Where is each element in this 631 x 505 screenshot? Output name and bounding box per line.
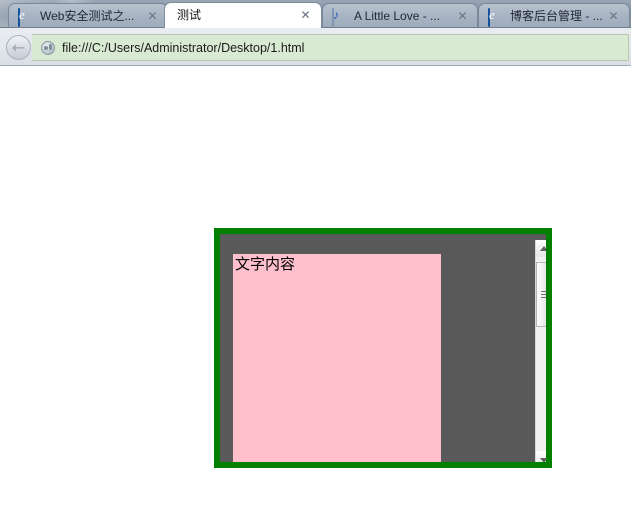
triangle-up-icon	[540, 245, 546, 251]
browser-tab-4[interactable]: 博客后台管理 - ... ✕	[478, 3, 630, 28]
page-viewport: 文字内容	[0, 67, 631, 505]
scrollbar-down-arrow-icon[interactable]	[536, 451, 546, 462]
globe-icon	[41, 41, 55, 55]
browser-tab-1-title: Web安全测试之...	[40, 9, 135, 23]
browser-tab-1[interactable]: Web安全测试之... ✕	[8, 3, 168, 28]
browser-tab-3-close-icon[interactable]: ✕	[456, 10, 469, 23]
scrollbar-up-arrow-icon[interactable]	[536, 240, 546, 257]
browser-tab-2-close-icon[interactable]: ✕	[299, 9, 312, 22]
url-text: file:///C:/Users/Administrator/Desktop/1…	[62, 41, 305, 55]
browser-tab-4-title: 博客后台管理 - ...	[510, 9, 603, 23]
browser-tab-2[interactable]: 测试 ✕	[164, 2, 322, 28]
content-text: 文字内容	[235, 255, 296, 273]
browser-chrome: Web安全测试之... ✕ 测试 ✕ A Little Love - ... ✕…	[0, 0, 631, 67]
scrollable-content-area[interactable]: 文字内容	[226, 240, 546, 462]
ie-icon	[488, 8, 490, 27]
music-note-icon	[332, 8, 334, 27]
browser-tab-3-title: A Little Love - ...	[354, 9, 441, 23]
scrollbar-thumb[interactable]	[536, 262, 546, 327]
triangle-down-icon	[540, 457, 546, 462]
back-button[interactable]: ←	[6, 35, 31, 60]
vertical-scrollbar[interactable]	[535, 240, 546, 462]
grip-lines-icon	[541, 290, 546, 299]
browser-tab-4-close-icon[interactable]: ✕	[607, 10, 620, 23]
tab-strip: Web安全测试之... ✕ 测试 ✕ A Little Love - ... ✕…	[0, 0, 631, 28]
browser-tab-3[interactable]: A Little Love - ... ✕	[322, 3, 478, 28]
browser-tab-2-title: 测试	[177, 8, 202, 22]
address-bar[interactable]: file:///C:/Users/Administrator/Desktop/1…	[32, 34, 629, 61]
pink-content-block: 文字内容	[233, 254, 441, 462]
ie-icon	[18, 8, 20, 27]
browser-tab-1-close-icon[interactable]: ✕	[146, 10, 159, 23]
demo-box: 文字内容	[214, 228, 552, 468]
back-arrow-icon: ←	[11, 38, 26, 57]
scrollbar-track[interactable]	[536, 257, 546, 451]
